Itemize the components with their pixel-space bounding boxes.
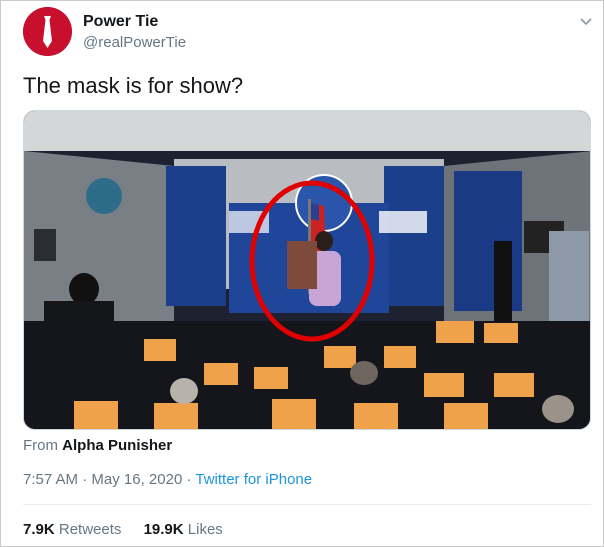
from-prefix: From — [23, 437, 58, 454]
retweets-stat[interactable]: 7.9K Retweets — [23, 521, 121, 538]
tweet-text: The mask is for show? — [23, 73, 244, 98]
user-handle[interactable]: @realPowerTie — [83, 34, 186, 51]
meta-separator-2: · — [186, 471, 192, 488]
press-room-video-thumbnail — [24, 111, 590, 429]
meta-separator: · — [82, 471, 88, 488]
retweets-count: 7.9K — [23, 521, 55, 538]
retweets-label: Retweets — [58, 521, 122, 538]
tweet-time[interactable]: 7:57 AM — [23, 471, 78, 488]
tweet-header: Power Tie @realPowerTie — [23, 7, 593, 59]
tie-icon — [23, 7, 72, 56]
likes-count: 19.9K — [143, 521, 184, 538]
divider — [23, 504, 591, 505]
tweet-card: Power Tie @realPowerTie The mask is for … — [0, 0, 604, 547]
client-link[interactable]: Twitter for iPhone — [195, 471, 312, 488]
avatar[interactable] — [23, 7, 72, 56]
chevron-down-icon[interactable] — [579, 15, 593, 29]
tweet-date[interactable]: May 16, 2020 — [91, 471, 182, 488]
source-account-link[interactable]: Alpha Punisher — [62, 437, 172, 454]
user-name[interactable]: Power Tie — [83, 13, 158, 31]
tweet-meta: 7:57 AM · May 16, 2020 · Twitter for iPh… — [23, 471, 312, 488]
video-media[interactable] — [23, 110, 591, 430]
likes-label: Likes — [187, 521, 223, 538]
tweet-stats: 7.9K Retweets 19.9K Likes — [23, 521, 241, 538]
likes-stat[interactable]: 19.9K Likes — [144, 521, 223, 538]
video-source: From Alpha Punisher — [23, 437, 172, 454]
